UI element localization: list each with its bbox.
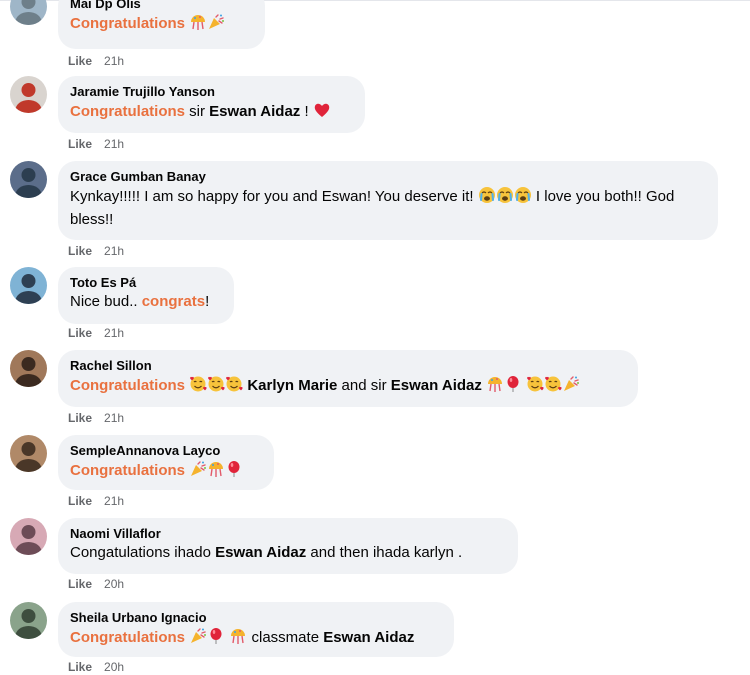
comment-timestamp[interactable]: 21h	[104, 137, 124, 151]
mention-link[interactable]: Eswan Aidaz	[215, 544, 306, 561]
mention-link[interactable]: Karlyn Marie	[247, 377, 337, 394]
comment-author[interactable]: Sheila Urbano Ignacio	[70, 609, 442, 626]
comment-author[interactable]: Jaramie Trujillo Yanson	[70, 83, 353, 100]
comment-timestamp[interactable]: 21h	[104, 494, 124, 508]
avatar[interactable]	[10, 350, 47, 387]
balloon-icon	[225, 460, 243, 484]
like-button[interactable]: Like	[68, 137, 92, 151]
comment-bubble: Grace Gumban Banay Kynkay!!!!! I am so h…	[58, 161, 718, 240]
comment-author[interactable]: Grace Gumban Banay	[70, 168, 706, 185]
smiling-face-with-hearts-icon	[207, 375, 225, 399]
party-popper-icon	[189, 627, 207, 651]
avatar[interactable]	[10, 518, 47, 555]
comment-actions: Like 21h	[68, 136, 124, 152]
comment-text: Congratulations	[70, 460, 262, 484]
comment-author[interactable]: Toto Es Pá	[70, 274, 222, 291]
comment-bubble: SempleAnnanova Layco Congratulations	[58, 435, 274, 490]
crying-face-icon	[496, 186, 514, 210]
comment-bubble: Sheila Urbano Ignacio Congratulations cl…	[58, 602, 454, 657]
red-heart-icon	[313, 101, 331, 125]
comment-actions: Like 21h	[68, 243, 124, 259]
comment-actions: Like 20h	[68, 576, 124, 592]
comment-actions: Like 21h	[68, 410, 124, 426]
confetti-ball-icon	[189, 13, 207, 37]
comment-actions: Like 21h	[68, 493, 124, 509]
comment-actions: Like 20h	[68, 659, 124, 675]
mention-link[interactable]: Eswan Aidaz	[209, 103, 300, 120]
avatar[interactable]	[10, 161, 47, 198]
comment-timestamp[interactable]: 20h	[104, 577, 124, 591]
comment-text: Congratulations classmate Eswan Aidaz	[70, 627, 442, 651]
highlighted-word[interactable]: Congratulations	[70, 462, 185, 479]
like-button[interactable]: Like	[68, 411, 92, 425]
party-popper-icon	[189, 460, 207, 484]
comment-author[interactable]: Rachel Sillon	[70, 357, 626, 374]
comment-timestamp[interactable]: 20h	[104, 660, 124, 674]
comment-bubble: Toto Es Pá Nice bud.. congrats!	[58, 267, 234, 324]
party-popper-icon	[207, 13, 225, 37]
highlighted-word[interactable]: congrats	[142, 293, 205, 310]
comment-author[interactable]: SempleAnnanova Layco	[70, 442, 262, 459]
crying-face-icon	[514, 186, 532, 210]
avatar[interactable]	[10, 267, 47, 304]
comment-text: Congratulations sir Eswan Aidaz !	[70, 101, 353, 125]
like-button[interactable]: Like	[68, 494, 92, 508]
comment-bubble: Mai Dp Olis Congratulations	[58, 0, 265, 49]
mention-link[interactable]: Eswan Aidaz	[391, 377, 482, 394]
comment-author[interactable]: Naomi Villaflor	[70, 525, 506, 542]
comment-timestamp[interactable]: 21h	[104, 326, 124, 340]
highlighted-word[interactable]: Congratulations	[70, 15, 185, 32]
comment-text: Congratulations	[70, 13, 253, 37]
mention-link[interactable]: Eswan Aidaz	[323, 629, 414, 646]
comment-text: Kynkay!!!!! I am so happy for you and Es…	[70, 186, 675, 228]
like-button[interactable]: Like	[68, 54, 92, 68]
comment-text: Nice bud.. congrats!	[70, 293, 210, 310]
comment-bubble: Rachel Sillon Congratulations Karlyn Mar…	[58, 350, 638, 407]
comment-author[interactable]: Mai Dp Olis	[70, 0, 253, 12]
comment-timestamp[interactable]: 21h	[104, 54, 124, 68]
comment-text: Congatulations ihado Eswan Aidaz and the…	[70, 544, 463, 561]
comment-timestamp[interactable]: 21h	[104, 244, 124, 258]
smiling-face-with-hearts-icon	[526, 375, 544, 399]
avatar[interactable]	[10, 602, 47, 639]
comment-bubble: Jaramie Trujillo Yanson Congratulations …	[58, 76, 365, 133]
party-popper-icon	[562, 375, 580, 399]
comment-text: Congratulations Karlyn Marie and sir Esw…	[70, 375, 626, 399]
confetti-ball-icon	[229, 627, 247, 651]
highlighted-word[interactable]: Congratulations	[70, 629, 185, 646]
crying-face-icon	[478, 186, 496, 210]
smiling-face-with-hearts-icon	[225, 375, 243, 399]
confetti-ball-icon	[486, 375, 504, 399]
comment-actions: Like 21h	[68, 325, 124, 341]
like-button[interactable]: Like	[68, 577, 92, 591]
avatar[interactable]	[10, 76, 47, 113]
comment-bubble: Naomi Villaflor Congatulations ihado Esw…	[58, 518, 518, 574]
confetti-ball-icon	[207, 460, 225, 484]
balloon-icon	[504, 375, 522, 399]
like-button[interactable]: Like	[68, 244, 92, 258]
smiling-face-with-hearts-icon	[544, 375, 562, 399]
smiling-face-with-hearts-icon	[189, 375, 207, 399]
avatar[interactable]	[10, 435, 47, 472]
like-button[interactable]: Like	[68, 326, 92, 340]
highlighted-word[interactable]: Congratulations	[70, 377, 185, 394]
balloon-icon	[207, 627, 225, 651]
highlighted-word[interactable]: Congratulations	[70, 103, 185, 120]
avatar[interactable]	[10, 0, 47, 25]
comment-timestamp[interactable]: 21h	[104, 411, 124, 425]
like-button[interactable]: Like	[68, 660, 92, 674]
comment-actions: Like 21h	[68, 53, 124, 69]
